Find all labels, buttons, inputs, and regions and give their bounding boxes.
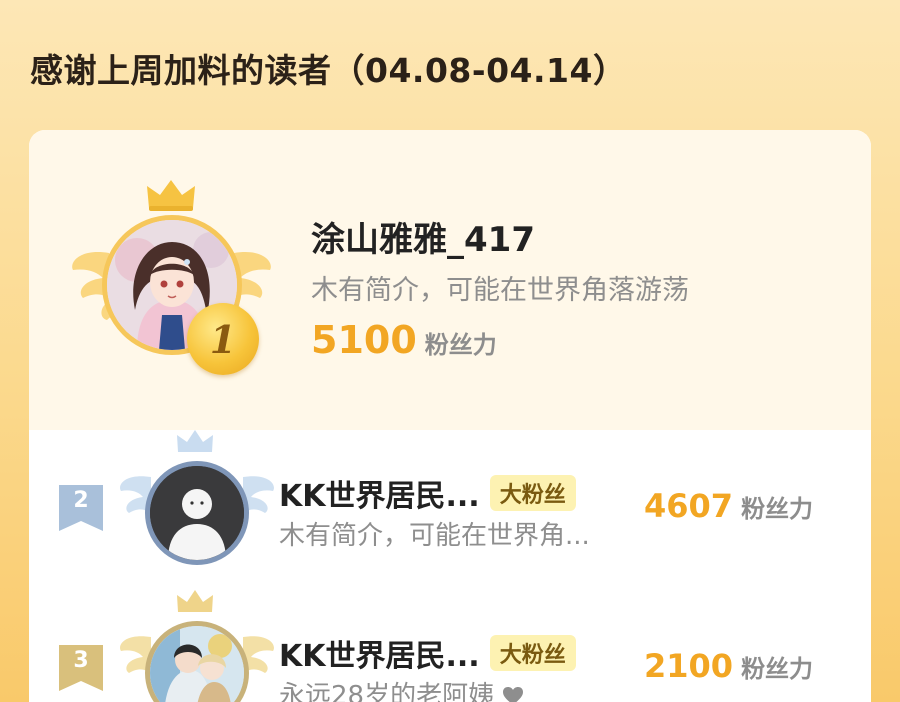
reader-list-item[interactable]: 2 KK世界居民... 大粉丝 木有简介，可能在世界角... 4607 粉丝力: [29, 430, 871, 575]
reader-name[interactable]: KK世界居民...: [279, 471, 480, 515]
reader-list-item[interactable]: 3 KK世界居民... 大粉丝 永远28岁的老阿姨 2100 粉丝力: [29, 590, 871, 702]
crown-icon: [147, 180, 195, 211]
top-reader-avatar-group: 1: [69, 178, 274, 378]
reader-score: 4607 粉丝力: [644, 487, 813, 525]
reader-avatar[interactable]: [145, 461, 249, 565]
page-title: 感谢上周加料的读者（04.08-04.14）: [30, 51, 627, 90]
score-unit: 粉丝力: [741, 655, 814, 683]
score-value: 5100: [311, 318, 417, 362]
score-value: 4607: [644, 487, 734, 525]
reader-bio: 木有简介，可能在世界角...: [279, 521, 590, 551]
fan-level-badge: 大粉丝: [489, 475, 576, 511]
score-unit: 粉丝力: [741, 495, 814, 523]
top-reader-name[interactable]: 涂山雅雅_417: [311, 212, 535, 261]
reader-name-group: KK世界居民... 大粉丝: [279, 631, 576, 675]
rank-medal-first: 1: [187, 303, 259, 375]
reader-bio-text: 永远28岁的老阿姨: [279, 681, 495, 702]
top-reader-item[interactable]: 1 涂山雅雅_417 木有简介，可能在世界角落游荡 5100 粉丝力: [29, 130, 871, 430]
reader-score: 2100 粉丝力: [644, 647, 813, 685]
reader-name[interactable]: KK世界居民...: [279, 631, 480, 675]
top-reader-bio: 木有简介，可能在世界角落游荡: [311, 275, 689, 306]
score-unit: 粉丝力: [424, 331, 497, 359]
reader-ranking-card: 1 涂山雅雅_417 木有简介，可能在世界角落游荡 5100 粉丝力 2 KK世…: [29, 130, 871, 702]
heart-icon: [503, 687, 524, 702]
default-avatar-icon: [150, 466, 244, 560]
crown-icon: [177, 590, 213, 612]
top-reader-score: 5100 粉丝力: [311, 318, 497, 362]
fan-level-badge: 大粉丝: [489, 635, 576, 671]
reader-bio: 永远28岁的老阿姨: [279, 675, 524, 702]
reader-name-group: KK世界居民... 大粉丝: [279, 471, 576, 515]
crown-icon: [177, 430, 213, 452]
score-value: 2100: [644, 647, 734, 685]
avatar-illustration: [150, 626, 244, 702]
